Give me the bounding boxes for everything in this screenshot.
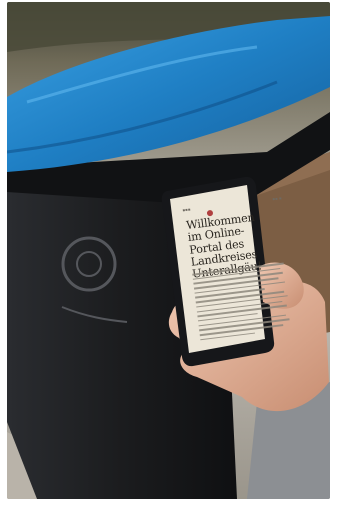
- phone-screen-content: ▪▪▪ ▪▪ ▪ Willkommen im Online- Portal de…: [178, 194, 302, 341]
- body-text: [192, 262, 292, 344]
- photo: ▪▪▪ ▪▪ ▪ Willkommen im Online- Portal de…: [7, 2, 330, 499]
- status-time: ▪▪▪: [182, 206, 191, 213]
- status-icons: ▪▪ ▪: [272, 195, 282, 202]
